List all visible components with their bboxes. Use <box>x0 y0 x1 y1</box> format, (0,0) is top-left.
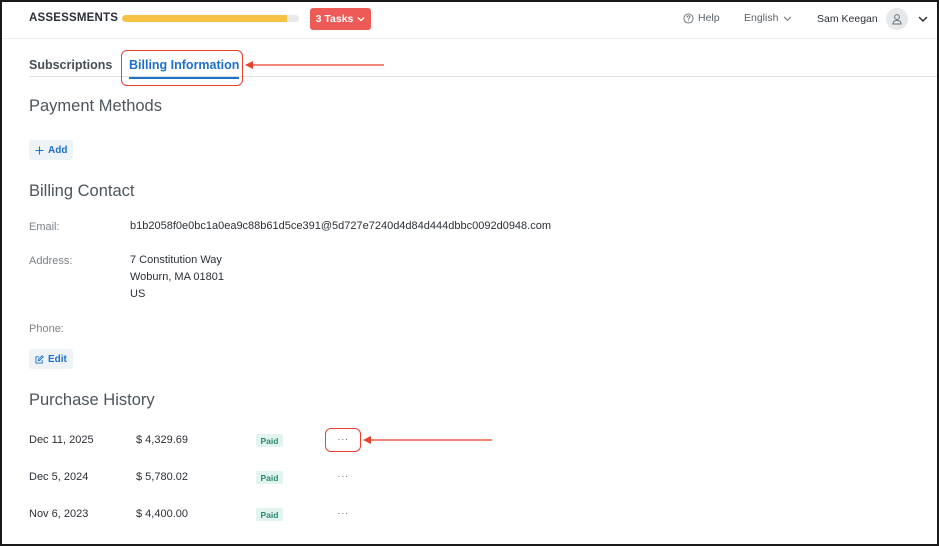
phone-label: Phone: <box>29 323 64 335</box>
address-line-2: Woburn, MA 01801 <box>130 271 224 283</box>
more-options-button[interactable]: ··· <box>334 470 352 482</box>
avatar <box>885 8 908 30</box>
purchase-amount: $ 5,780.02 <box>136 471 188 483</box>
purchase-date: Dec 11, 2025 <box>29 434 94 446</box>
tab-bar: Subscriptions Billing Information <box>29 50 939 79</box>
email-value: b1b2058f0e0bc1a0ea9c88b61d5ce391@5d727e7… <box>130 220 552 232</box>
help-circle-icon <box>683 12 694 24</box>
annotation-arrow-more-button <box>363 436 492 444</box>
purchase-amount: $ 4,400.00 <box>136 508 188 520</box>
tab-billing-information[interactable]: Billing Information <box>129 58 240 79</box>
chevron-down-icon <box>918 16 927 22</box>
address-label: Address: <box>29 255 73 267</box>
edit-label: Edit <box>48 353 67 365</box>
user-menu[interactable]: Sam Keegan <box>817 8 928 30</box>
help-link[interactable]: Help <box>683 12 720 24</box>
assessment-progress-bar <box>122 15 299 22</box>
purchase-history-heading: Purchase History <box>29 391 155 409</box>
purchase-amount: $ 4,329.69 <box>136 434 188 446</box>
plus-icon <box>35 145 44 155</box>
status-badge: Paid <box>256 434 283 447</box>
language-selector[interactable]: English <box>744 12 792 24</box>
top-bar: ASSESSMENTS 3 Tasks Help English Sam Kee… <box>0 0 939 39</box>
more-options-button[interactable]: ··· <box>334 507 352 519</box>
language-label: English <box>744 12 779 24</box>
purchase-date: Dec 5, 2024 <box>29 471 89 483</box>
progress-bar-fill <box>122 15 287 22</box>
email-label: Email: <box>29 221 60 233</box>
app-title: ASSESSMENTS <box>29 12 119 24</box>
add-label: Add <box>48 144 68 156</box>
status-badge: Paid <box>256 471 283 484</box>
address-line-1: 7 Constitution Way <box>130 254 222 266</box>
add-payment-method-button[interactable]: Add <box>29 140 74 160</box>
tab-subscriptions[interactable]: Subscriptions <box>29 58 112 72</box>
payment-methods-heading: Payment Methods <box>29 97 162 115</box>
tasks-label: 3 Tasks <box>315 13 354 25</box>
chevron-down-icon <box>784 16 792 21</box>
purchase-date: Nov 6, 2023 <box>29 508 89 520</box>
address-value: 7 Constitution Way Woburn, MA 01801 US <box>130 252 224 303</box>
user-name: Sam Keegan <box>817 13 878 25</box>
more-options-button[interactable]: ··· <box>334 433 352 445</box>
user-icon <box>892 14 902 25</box>
chevron-down-icon <box>357 17 365 22</box>
address-line-3: US <box>130 288 146 300</box>
edit-icon <box>35 354 44 364</box>
status-badge: Paid <box>256 508 283 521</box>
billing-contact-heading: Billing Contact <box>29 182 135 200</box>
tasks-dropdown-button[interactable]: 3 Tasks <box>310 8 371 30</box>
help-label: Help <box>698 12 720 24</box>
edit-billing-contact-button[interactable]: Edit <box>29 349 73 369</box>
